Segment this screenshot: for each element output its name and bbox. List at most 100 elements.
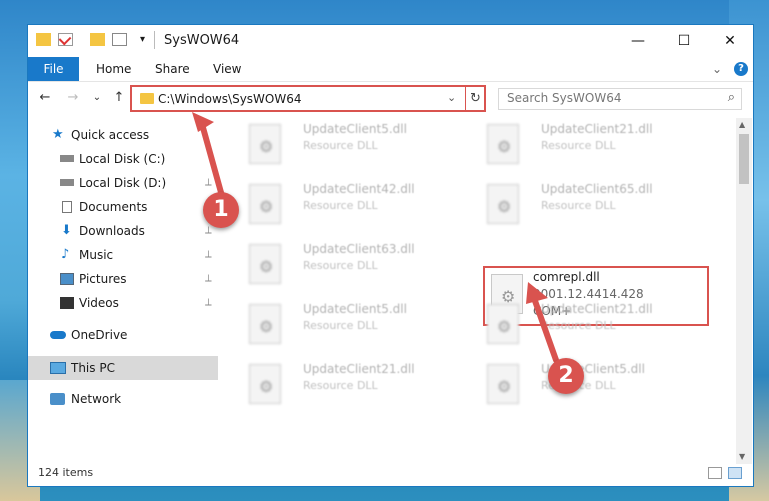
sidebar-item-label: Local Disk (D:) xyxy=(79,176,167,190)
file-thumbnail: ⚙ xyxy=(249,244,281,284)
sidebar-item-downloads[interactable]: ⬇ Downloads ⟂ xyxy=(60,220,220,242)
details-view-icon[interactable] xyxy=(708,467,722,479)
step-1-badge: 1 xyxy=(203,192,239,228)
gear-icon: ⚙ xyxy=(259,377,274,396)
file-item[interactable]: ⚙ UpdateClient65.dll Resource DLL xyxy=(481,180,711,228)
title-divider xyxy=(154,31,155,49)
file-item[interactable]: ⚙ UpdateClient21.dll Resource DLL xyxy=(481,300,711,348)
sidebar-item-local-disk-c[interactable]: Local Disk (C:) xyxy=(60,148,220,170)
close-button[interactable]: ✕ xyxy=(707,25,753,57)
sidebar-item-label: Documents xyxy=(79,200,148,214)
file-item[interactable]: ⚙ UpdateClient21.dll Resource DLL xyxy=(481,120,711,168)
file-type: Resource DLL xyxy=(303,199,378,212)
file-type: Resource DLL xyxy=(541,199,616,212)
file-name: UpdateClient5.dll xyxy=(303,302,407,316)
file-thumbnail: ⚙ xyxy=(487,304,519,344)
minimize-button[interactable]: — xyxy=(615,25,661,57)
file-thumbnail: ⚙ xyxy=(249,364,281,404)
sidebar-item-label: OneDrive xyxy=(71,328,128,342)
scrollbar-thumb[interactable] xyxy=(739,134,749,184)
drive-icon xyxy=(60,155,74,162)
customize-icon[interactable] xyxy=(112,33,127,46)
file-version: 2001.12.4414.428 xyxy=(533,287,644,301)
file-name: UpdateClient5.dll xyxy=(303,122,407,136)
file-thumbnail: ⚙ xyxy=(249,124,281,164)
file-thumbnail: ⚙ xyxy=(487,364,519,404)
navigation-pane: ★ Quick access Local Disk (C:) Local Dis… xyxy=(28,120,220,460)
file-thumbnail: ⚙ xyxy=(487,184,519,224)
file-item[interactable]: ⚙ UpdateClient42.dll Resource DLL xyxy=(243,180,473,228)
download-icon: ⬇ xyxy=(61,223,72,238)
file-type: Resource DLL xyxy=(303,379,378,392)
pin-icon[interactable]: ⟂ xyxy=(205,292,212,314)
file-item[interactable]: ⚙ UpdateClient5.dll Resource DLL xyxy=(243,300,473,348)
sidebar-item-label: Network xyxy=(71,392,122,406)
file-thumbnail: ⚙ xyxy=(487,124,519,164)
qa-dropdown-icon[interactable]: ▾ xyxy=(140,34,145,45)
picture-icon xyxy=(60,273,74,285)
gear-icon: ⚙ xyxy=(259,317,274,336)
network-icon xyxy=(50,393,65,405)
title-bar: ▾ SysWOW64 — ☐ ✕ xyxy=(28,25,753,57)
tab-view[interactable]: View xyxy=(213,57,241,81)
help-icon[interactable]: ? xyxy=(734,62,748,76)
file-thumbnail: ⚙ xyxy=(249,184,281,224)
ribbon-tabs: File Home Share View ⌄ ? xyxy=(28,57,753,82)
file-item[interactable]: ⚙ UpdateClient5.dll Resource DLL xyxy=(243,120,473,168)
sidebar-item-label: Videos xyxy=(79,296,119,310)
gear-icon: ⚙ xyxy=(497,197,512,216)
file-name: UpdateClient21.dll xyxy=(541,302,653,316)
step-2-badge: 2 xyxy=(548,358,584,394)
file-name: comrepl.dll xyxy=(533,270,600,284)
vertical-scrollbar[interactable]: ▲ ▼ xyxy=(736,118,752,464)
drive-icon xyxy=(60,179,74,186)
file-type: Resource DLL xyxy=(303,139,378,152)
file-list: ⚙ UpdateClient5.dll Resource DLL ⚙ Updat… xyxy=(233,120,733,460)
cloud-icon xyxy=(50,331,66,339)
ribbon-expand-icon[interactable]: ⌄ xyxy=(712,57,722,81)
maximize-button[interactable]: ☐ xyxy=(661,25,707,57)
folder-icon xyxy=(140,93,154,104)
file-item[interactable]: ⚙ UpdateClient5.dll Resource DLL xyxy=(481,360,711,408)
new-folder-icon[interactable] xyxy=(90,33,105,46)
sidebar-item-label: Local Disk (C:) xyxy=(79,152,166,166)
tab-home[interactable]: Home xyxy=(96,57,131,81)
file-type: Resource DLL xyxy=(303,259,378,272)
sidebar-item-music[interactable]: ♪ Music ⟂ xyxy=(60,244,220,266)
tab-file[interactable]: File xyxy=(28,57,79,81)
forward-button[interactable]: → xyxy=(64,89,82,107)
sidebar-item-label: Pictures xyxy=(79,272,127,286)
address-path[interactable]: C:\Windows\SysWOW64 xyxy=(158,92,302,106)
scroll-down-icon[interactable]: ▼ xyxy=(739,452,745,461)
recent-locations-button[interactable]: ⌄ xyxy=(88,89,106,107)
sidebar-item-pictures[interactable]: Pictures ⟂ xyxy=(60,268,220,290)
gear-icon: ⚙ xyxy=(497,317,512,336)
file-name: UpdateClient42.dll xyxy=(303,182,415,196)
up-button[interactable]: ↑ xyxy=(110,89,128,107)
large-icons-view-icon[interactable] xyxy=(728,467,742,479)
file-thumbnail: ⚙ xyxy=(249,304,281,344)
back-button[interactable]: ← xyxy=(36,89,54,107)
scroll-up-icon[interactable]: ▲ xyxy=(739,120,745,129)
gear-icon: ⚙ xyxy=(259,257,274,276)
address-bar[interactable]: C:\Windows\SysWOW64 ⌄ ↻ xyxy=(130,85,486,112)
gear-icon: ⚙ xyxy=(259,137,274,156)
sidebar-item-videos[interactable]: Videos ⟂ xyxy=(60,292,220,314)
pin-icon[interactable]: ⟂ xyxy=(205,172,212,194)
file-item[interactable]: ⚙ UpdateClient63.dll Resource DLL xyxy=(243,240,473,288)
music-icon: ♪ xyxy=(61,247,70,262)
file-item[interactable]: ⚙ UpdateClient21.dll Resource DLL xyxy=(243,360,473,408)
file-type: Resource DLL xyxy=(541,139,616,152)
file-explorer-window: ▾ SysWOW64 — ☐ ✕ File Home Share View ⌄ … xyxy=(28,25,753,486)
refresh-button[interactable]: ↻ xyxy=(465,87,485,110)
pin-icon[interactable]: ⟂ xyxy=(205,244,212,266)
sidebar-item-documents[interactable]: Documents xyxy=(60,196,220,218)
sidebar-item-local-disk-d[interactable]: Local Disk (D:) ⟂ xyxy=(60,172,220,194)
file-type: Resource DLL xyxy=(541,319,616,332)
search-input[interactable]: Search SysWOW64 xyxy=(507,91,621,105)
search-icon: ⌕ xyxy=(727,90,735,105)
pin-icon[interactable]: ⟂ xyxy=(205,268,212,290)
address-dropdown-icon[interactable]: ⌄ xyxy=(447,91,456,104)
tab-share[interactable]: Share xyxy=(155,57,190,81)
search-box[interactable]: Search SysWOW64 ⌕ xyxy=(498,88,742,110)
